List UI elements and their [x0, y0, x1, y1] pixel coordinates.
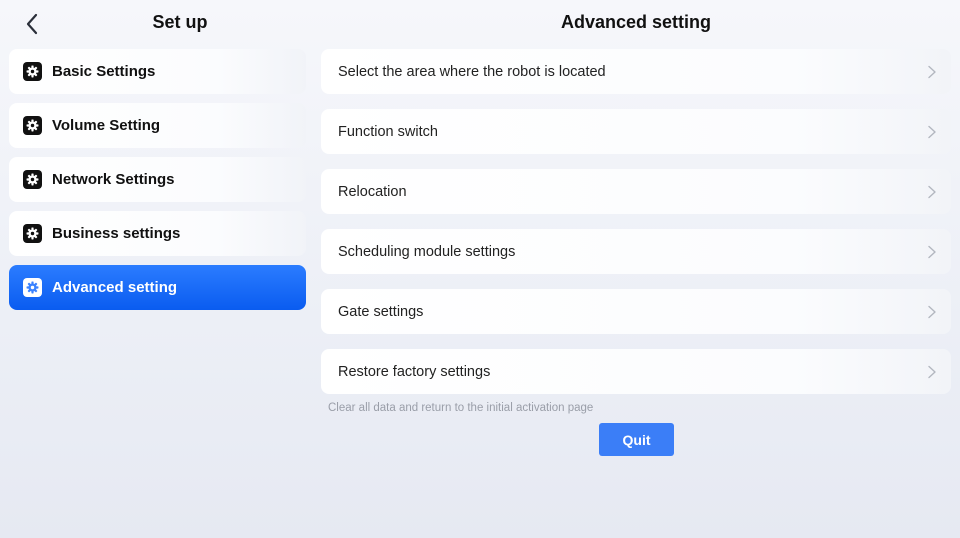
- settings-row-scheduling-module[interactable]: Scheduling module settings: [321, 229, 951, 274]
- gear-icon: [23, 224, 42, 243]
- settings-list: Select the area where the robot is locat…: [321, 49, 951, 409]
- row-label: Function switch: [338, 123, 438, 140]
- settings-row-gate-settings[interactable]: Gate settings: [321, 289, 951, 334]
- gear-icon: [23, 116, 42, 135]
- gear-icon: [23, 170, 42, 189]
- row-label: Restore factory settings: [338, 363, 491, 380]
- chevron-right-icon: [928, 245, 936, 258]
- settings-row-restore-factory[interactable]: Restore factory settings: [321, 349, 951, 394]
- sidebar-item-advanced-setting[interactable]: Advanced setting: [9, 265, 306, 310]
- chevron-right-icon: [928, 185, 936, 198]
- sidebar-item-label: Network Settings: [52, 171, 175, 188]
- settings-row-robot-area[interactable]: Select the area where the robot is locat…: [321, 49, 951, 94]
- row-label: Gate settings: [338, 303, 424, 320]
- page-title: Set up: [152, 12, 208, 32]
- sidebar-item-label: Advanced setting: [52, 279, 178, 296]
- settings-row-function-switch[interactable]: Function switch: [321, 109, 951, 154]
- sidebar-item-volume-setting[interactable]: Volume Setting: [9, 103, 306, 148]
- row-label: Scheduling module settings: [338, 243, 516, 260]
- chevron-right-icon: [928, 65, 936, 78]
- gear-icon: [23, 278, 42, 297]
- sidebar: Basic Settings Volume Setting Network Se…: [9, 49, 306, 319]
- sidebar-item-business-settings[interactable]: Business settings: [9, 211, 306, 256]
- sidebar-item-label: Volume Setting: [52, 117, 161, 134]
- chevron-right-icon: [928, 365, 936, 378]
- sidebar-item-label: Business settings: [52, 225, 181, 242]
- chevron-right-icon: [928, 125, 936, 138]
- restore-hint-text: Clear all data and return to the initial…: [328, 402, 594, 414]
- row-label: Relocation: [338, 183, 407, 200]
- quit-button[interactable]: Quit: [599, 423, 674, 456]
- chevron-right-icon: [928, 305, 936, 318]
- section-title: Advanced setting: [560, 12, 712, 32]
- row-label: Select the area where the robot is locat…: [338, 63, 606, 80]
- sidebar-item-label: Basic Settings: [52, 63, 156, 80]
- sidebar-item-network-settings[interactable]: Network Settings: [9, 157, 306, 202]
- sidebar-item-basic-settings[interactable]: Basic Settings: [9, 49, 306, 94]
- gear-icon: [23, 62, 42, 81]
- settings-row-relocation[interactable]: Relocation: [321, 169, 951, 214]
